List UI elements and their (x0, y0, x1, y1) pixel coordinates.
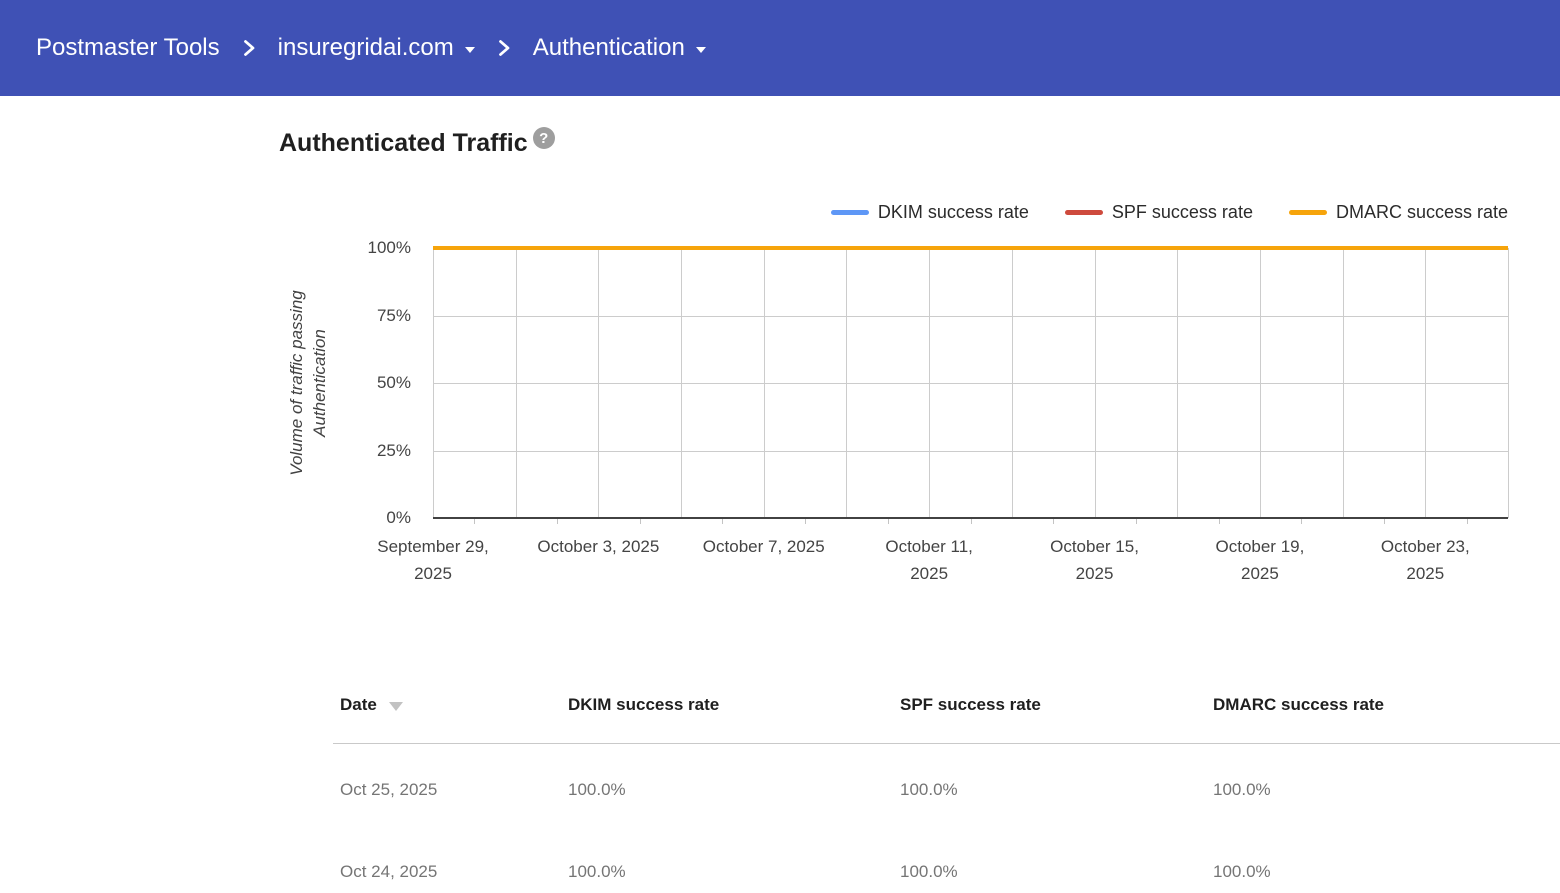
x-tick-label: September 29,2025 (350, 533, 516, 587)
table-cell-spf: 100.0% (900, 862, 958, 882)
table-cell-dkim: 100.0% (568, 780, 626, 800)
table-cell-dmarc: 100.0% (1213, 780, 1271, 800)
y-tick-label: 0% (331, 508, 411, 528)
x-axis-minor-tick (1467, 519, 1468, 524)
x-axis-minor-tick (971, 519, 972, 524)
y-axis-title-line: Authentication (308, 233, 331, 533)
table-header-dmarc[interactable]: DMARC success rate (1213, 695, 1384, 715)
authenticated-traffic-chart: Volume of traffic passingAuthentication … (0, 0, 1560, 660)
x-tick-label-line: 2025 (1342, 560, 1508, 587)
table-cell-dmarc: 100.0% (1213, 862, 1271, 882)
x-tick-label: October 7, 2025 (681, 533, 847, 560)
table-header-date-label: Date (340, 695, 377, 715)
x-tick-label: October 11,2025 (846, 533, 1012, 587)
postmaster-tools-page: Postmaster Tools insuregridai.com Authen… (0, 0, 1560, 893)
table-cell-dkim: 100.0% (568, 862, 626, 882)
sort-descending-icon (389, 702, 403, 711)
table-cell-date: Oct 25, 2025 (340, 780, 437, 800)
y-axis-title: Volume of traffic passingAuthentication (285, 233, 331, 533)
x-axis-minor-tick (805, 519, 806, 524)
x-tick-label-line: 2025 (350, 560, 516, 587)
x-axis-minor-tick (888, 519, 889, 524)
x-axis-minor-tick (722, 519, 723, 524)
y-tick-label: 75% (331, 306, 411, 326)
x-axis-minor-tick (474, 519, 475, 524)
table-cell-date: Oct 24, 2025 (340, 862, 437, 882)
x-tick-label: October 15,2025 (1012, 533, 1178, 587)
y-tick-label: 25% (331, 441, 411, 461)
table-header-dkim-label: DKIM success rate (568, 695, 719, 715)
x-axis-minor-tick (1136, 519, 1137, 524)
x-tick-label-line: October 7, 2025 (681, 533, 847, 560)
x-tick-label-line: October 19, (1177, 533, 1343, 560)
chart-series-svg (433, 248, 1508, 518)
x-axis-minor-tick (1219, 519, 1220, 524)
x-tick-label-line: September 29, (350, 533, 516, 560)
table-cell-spf: 100.0% (900, 780, 958, 800)
gridline-v (1508, 248, 1509, 518)
x-tick-label: October 3, 2025 (515, 533, 681, 560)
x-tick-label-line: October 23, (1342, 533, 1508, 560)
table-header-spf-label: SPF success rate (900, 695, 1041, 715)
table-header-date[interactable]: Date (340, 695, 403, 715)
table-header-dmarc-label: DMARC success rate (1213, 695, 1384, 715)
y-axis-title-line: Volume of traffic passing (285, 233, 308, 533)
y-tick-label: 50% (331, 373, 411, 393)
table-header-divider (333, 743, 1560, 744)
table-header-spf[interactable]: SPF success rate (900, 695, 1041, 715)
x-axis-minor-tick (1301, 519, 1302, 524)
x-tick-label-line: 2025 (1012, 560, 1178, 587)
x-axis-minor-tick (640, 519, 641, 524)
x-tick-label: October 19,2025 (1177, 533, 1343, 587)
x-tick-label-line: October 11, (846, 533, 1012, 560)
y-tick-label: 100% (331, 238, 411, 258)
x-tick-label: October 23,2025 (1342, 533, 1508, 587)
table-header-dkim[interactable]: DKIM success rate (568, 695, 719, 715)
x-tick-label-line: October 15, (1012, 533, 1178, 560)
x-tick-label-line: October 3, 2025 (515, 533, 681, 560)
x-tick-label-line: 2025 (846, 560, 1012, 587)
x-axis-minor-tick (1053, 519, 1054, 524)
x-tick-label-line: 2025 (1177, 560, 1343, 587)
x-axis-minor-tick (557, 519, 558, 524)
x-axis-minor-tick (1384, 519, 1385, 524)
